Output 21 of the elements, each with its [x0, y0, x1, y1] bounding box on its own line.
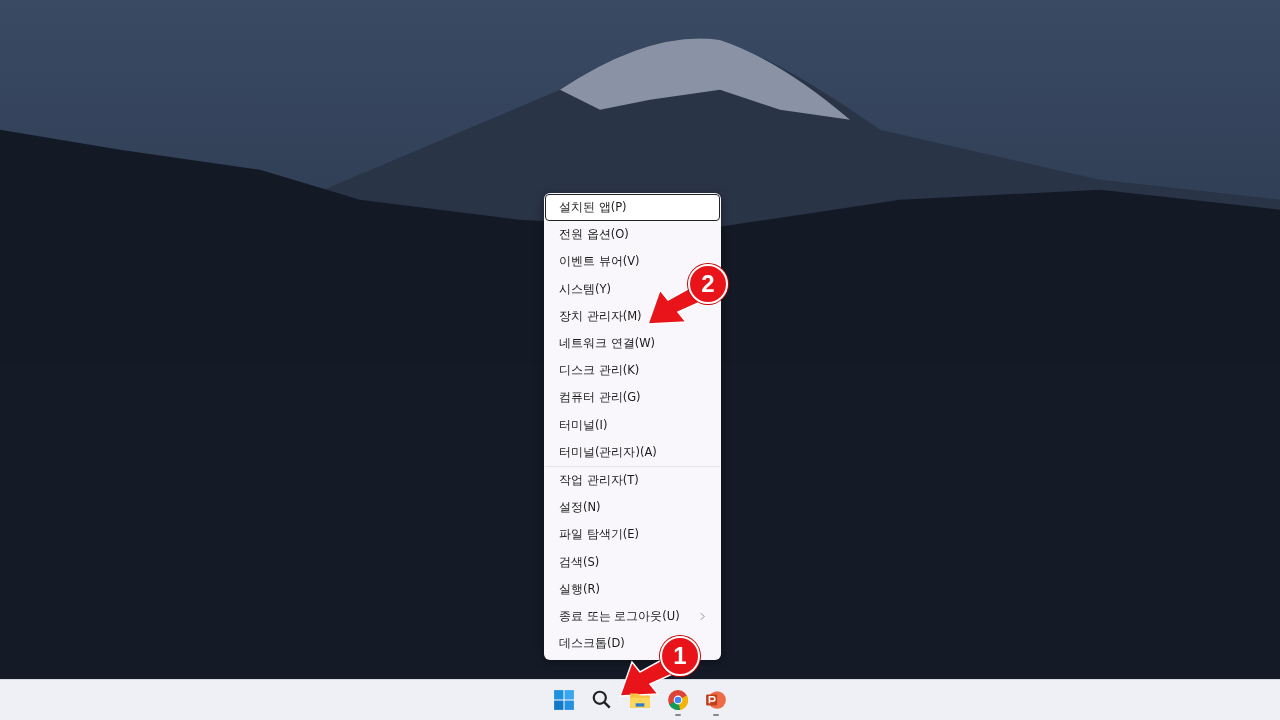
menu-item[interactable]: 이벤트 뷰어(V) — [559, 254, 640, 270]
menu-item[interactable]: 파일 탐색기(E) — [559, 527, 639, 543]
menu-item[interactable]: 전원 옵션(O) — [559, 227, 629, 243]
menu-item[interactable]: 작업 관리자(T) — [559, 472, 639, 488]
browser-icon — [667, 689, 689, 711]
menu-item[interactable]: 장치 관리자(M) — [559, 308, 642, 324]
menu-item[interactable]: 터미널(I) — [559, 417, 608, 433]
menu-item[interactable]: 터미널(관리자)(A) — [559, 444, 657, 460]
menu-item[interactable]: 설치된 앱(P) — [559, 200, 627, 216]
menu-item[interactable]: 디스크 관리(K) — [559, 363, 640, 379]
menu-item[interactable]: 검색(S) — [559, 554, 600, 570]
windows-logo-icon — [553, 689, 575, 711]
menu-item[interactable]: 종료 또는 로그아웃(U) — [559, 608, 680, 624]
search-icon — [591, 689, 613, 711]
menu-item[interactable]: 설정(N) — [559, 500, 601, 516]
menu-item[interactable]: 데스크톱(D) — [559, 636, 625, 652]
menu-item[interactable]: 시스템(Y) — [559, 281, 611, 297]
menu-item[interactable]: 실행(R) — [559, 581, 600, 597]
menu-item[interactable]: 네트워크 연결(W) — [559, 336, 655, 352]
menu-item[interactable]: 컴퓨터 관리(G) — [559, 390, 641, 406]
presentation-app-icon — [705, 689, 727, 711]
